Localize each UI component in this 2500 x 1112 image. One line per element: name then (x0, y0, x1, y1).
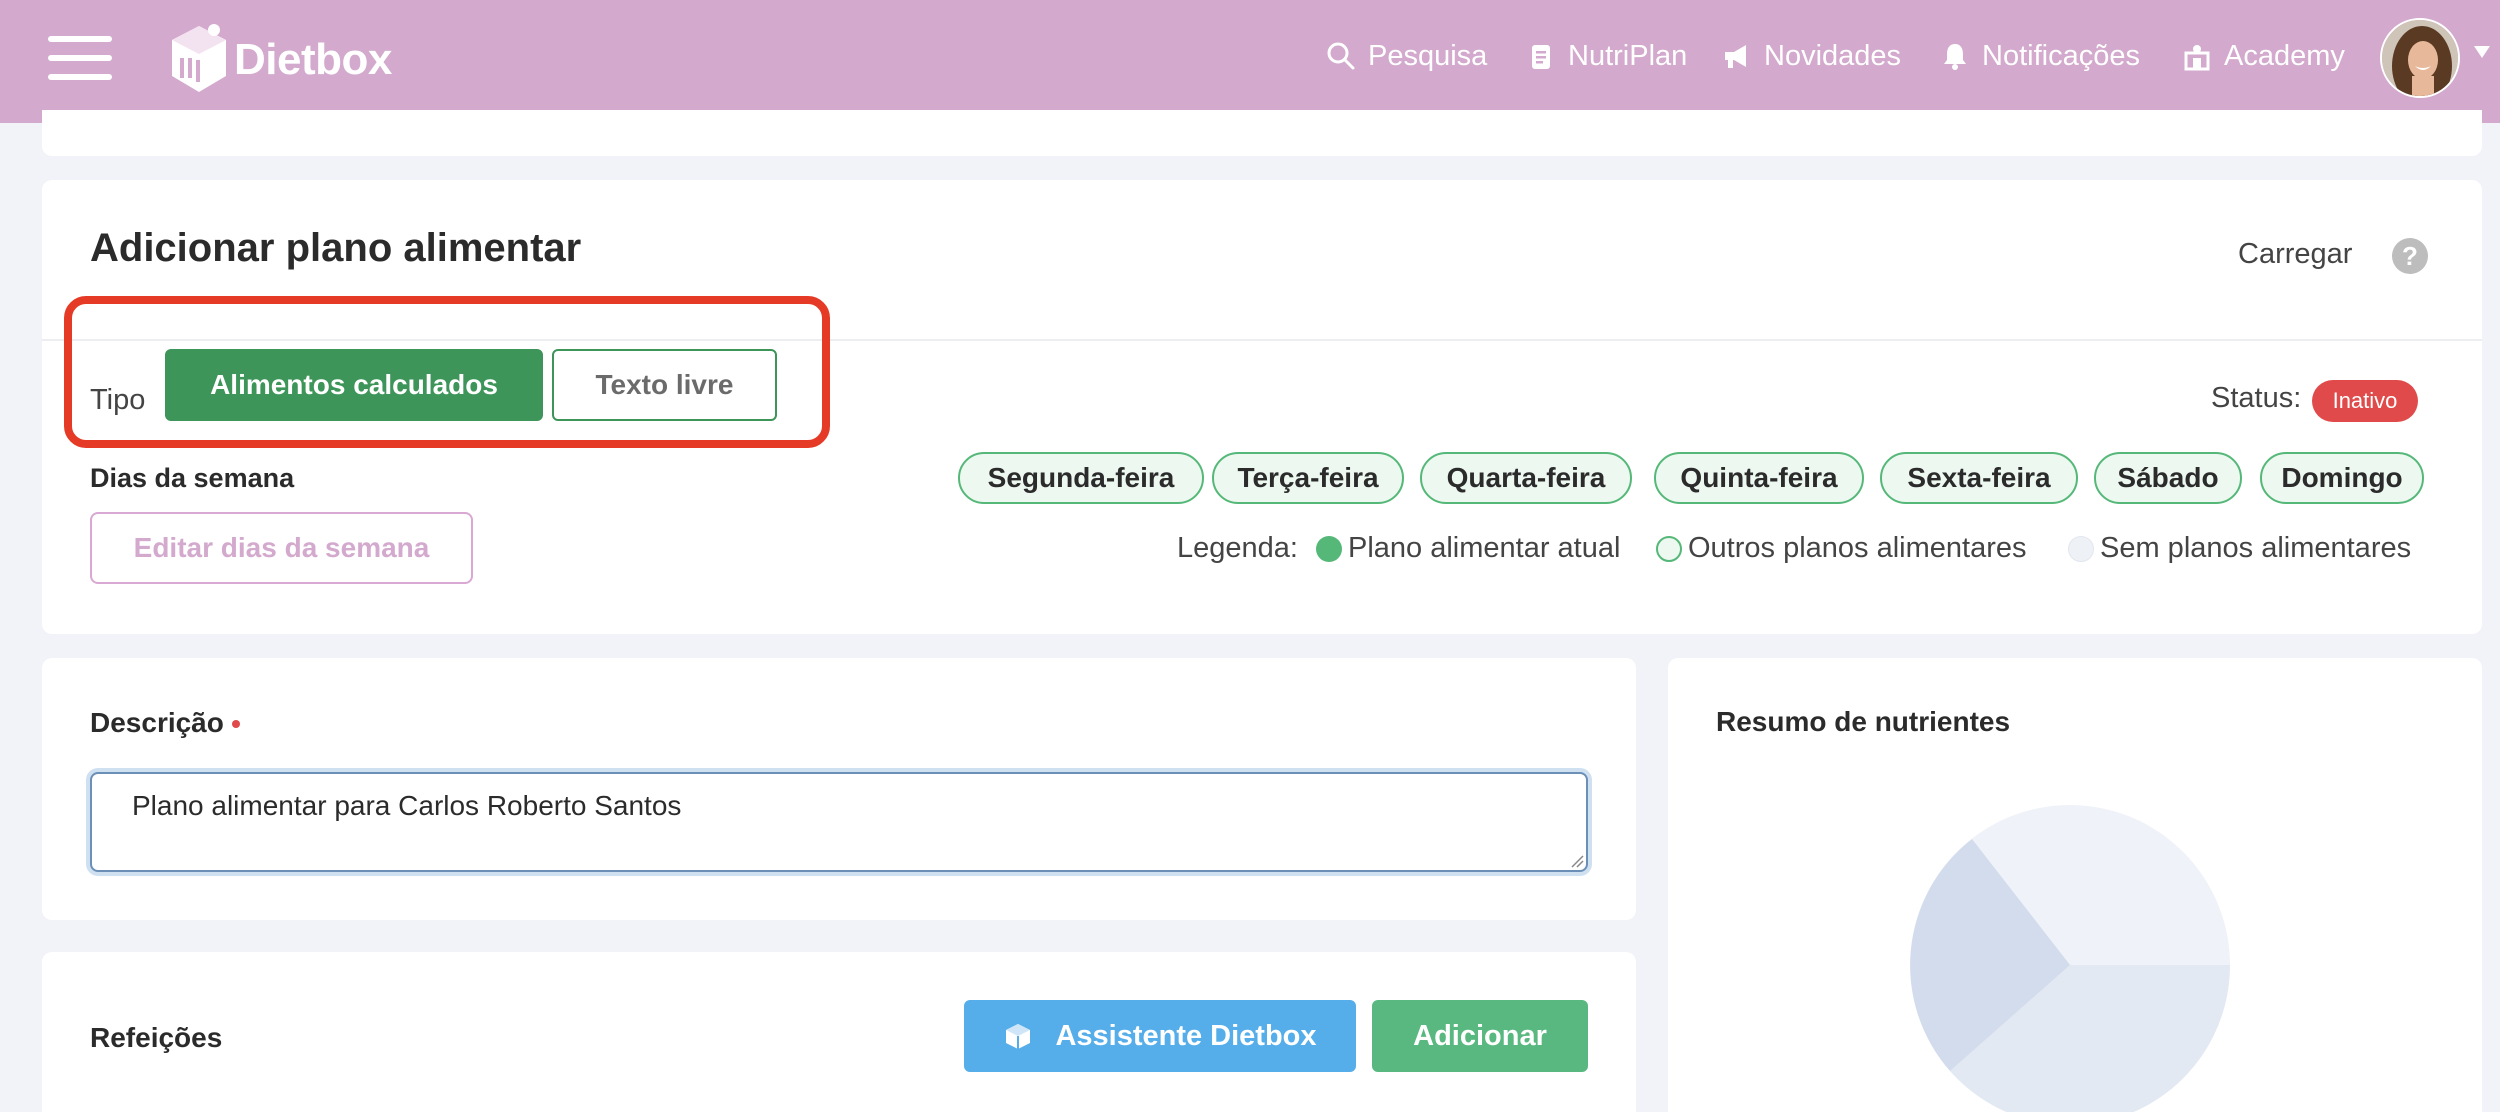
nutrients-title: Resumo de nutrientes (1716, 706, 2011, 737)
nav-notificacoes[interactable]: Notificações (1940, 34, 2140, 78)
legend-no-plans: Sem planos alimentares (2068, 532, 2411, 565)
previous-card (42, 110, 2482, 156)
nav-label: Pesquisa (1368, 39, 1488, 72)
megaphone-icon (1725, 45, 1746, 68)
user-avatar[interactable] (2380, 18, 2460, 98)
day-pill-domingo[interactable]: Domingo (2260, 452, 2424, 504)
nav-novidades[interactable]: Novidades (1722, 34, 1901, 78)
status-badge: Inativo (2312, 380, 2418, 422)
nav-label: Academy (2224, 39, 2345, 72)
meals-label: Refeições (90, 1022, 223, 1053)
description-label: Descrição (90, 707, 224, 738)
dietbox-assistant-button[interactable]: Assistente Dietbox (964, 1000, 1356, 1072)
help-icon[interactable]: ? (2392, 238, 2428, 274)
clipboard-icon (1532, 45, 1550, 69)
status-label: Status: (2211, 382, 2302, 414)
day-pill-segunda[interactable]: Segunda-feira (958, 452, 1204, 504)
add-meal-button[interactable]: Adicionar (1372, 1000, 1588, 1072)
green-dot-icon (1316, 535, 1342, 562)
description-input[interactable] (90, 772, 1588, 872)
day-pill-quarta[interactable]: Quarta-feira (1420, 452, 1632, 504)
search-icon (1327, 42, 1355, 70)
legend-other-plans: Outros planos alimentares (1656, 532, 2027, 565)
legend-text: Plano alimentar atual (1348, 532, 1621, 564)
legend-label: Legenda: (1177, 532, 1298, 564)
outline-dot-icon (1656, 535, 1682, 562)
top-bar: Dietbox Pesquisa NutriPlan Novidades Not… (0, 0, 2500, 123)
nav-academy[interactable]: Academy (2182, 34, 2345, 78)
user-menu-caret-icon[interactable] (2474, 46, 2490, 58)
day-pill-terca[interactable]: Terça-feira (1212, 452, 1404, 504)
day-pill-sabado[interactable]: Sábado (2094, 452, 2242, 504)
avatar-image (2382, 20, 2458, 96)
nav-label: NutriPlan (1568, 39, 1688, 72)
resize-handle-icon[interactable] (1570, 854, 1584, 868)
nav-label: Notificações (1982, 39, 2140, 72)
legend-text: Sem planos alimentares (2100, 532, 2412, 564)
gray-dot-icon (2068, 535, 2094, 562)
day-pill-quinta[interactable]: Quinta-feira (1654, 452, 1864, 504)
required-indicator-icon (232, 720, 240, 728)
legend-current-plan: Plano alimentar atual (1316, 532, 1620, 565)
type-option-calculated[interactable]: Alimentos calculados (165, 349, 543, 421)
assistant-label: Assistente Dietbox (1055, 1019, 1317, 1052)
academy-icon (2184, 45, 2210, 71)
brand-name: Dietbox (234, 35, 392, 84)
type-label: Tipo (90, 384, 146, 416)
nav-nutriplan[interactable]: NutriPlan (1526, 34, 1687, 78)
weekdays-label: Dias da semana (90, 463, 295, 493)
menu-icon[interactable] (48, 36, 112, 80)
bell-icon (1944, 44, 1966, 70)
day-pill-sexta[interactable]: Sexta-feira (1880, 452, 2078, 504)
cube-icon (1006, 1024, 1031, 1049)
dietbox-logo-icon (172, 24, 226, 92)
edit-weekdays-button[interactable]: Editar dias da semana (90, 512, 473, 584)
nav-label: Novidades (1764, 39, 1902, 72)
type-option-free-text[interactable]: Texto livre (552, 349, 777, 421)
nutrients-pie (1910, 805, 2230, 1112)
legend-text: Outros planos alimentares (1688, 532, 2027, 564)
nav-pesquisa[interactable]: Pesquisa (1326, 34, 1487, 78)
load-button[interactable]: Carregar (2238, 238, 2352, 271)
page-title: Adicionar plano alimentar (90, 226, 582, 270)
dietbox-logo[interactable]: Dietbox (166, 18, 392, 102)
